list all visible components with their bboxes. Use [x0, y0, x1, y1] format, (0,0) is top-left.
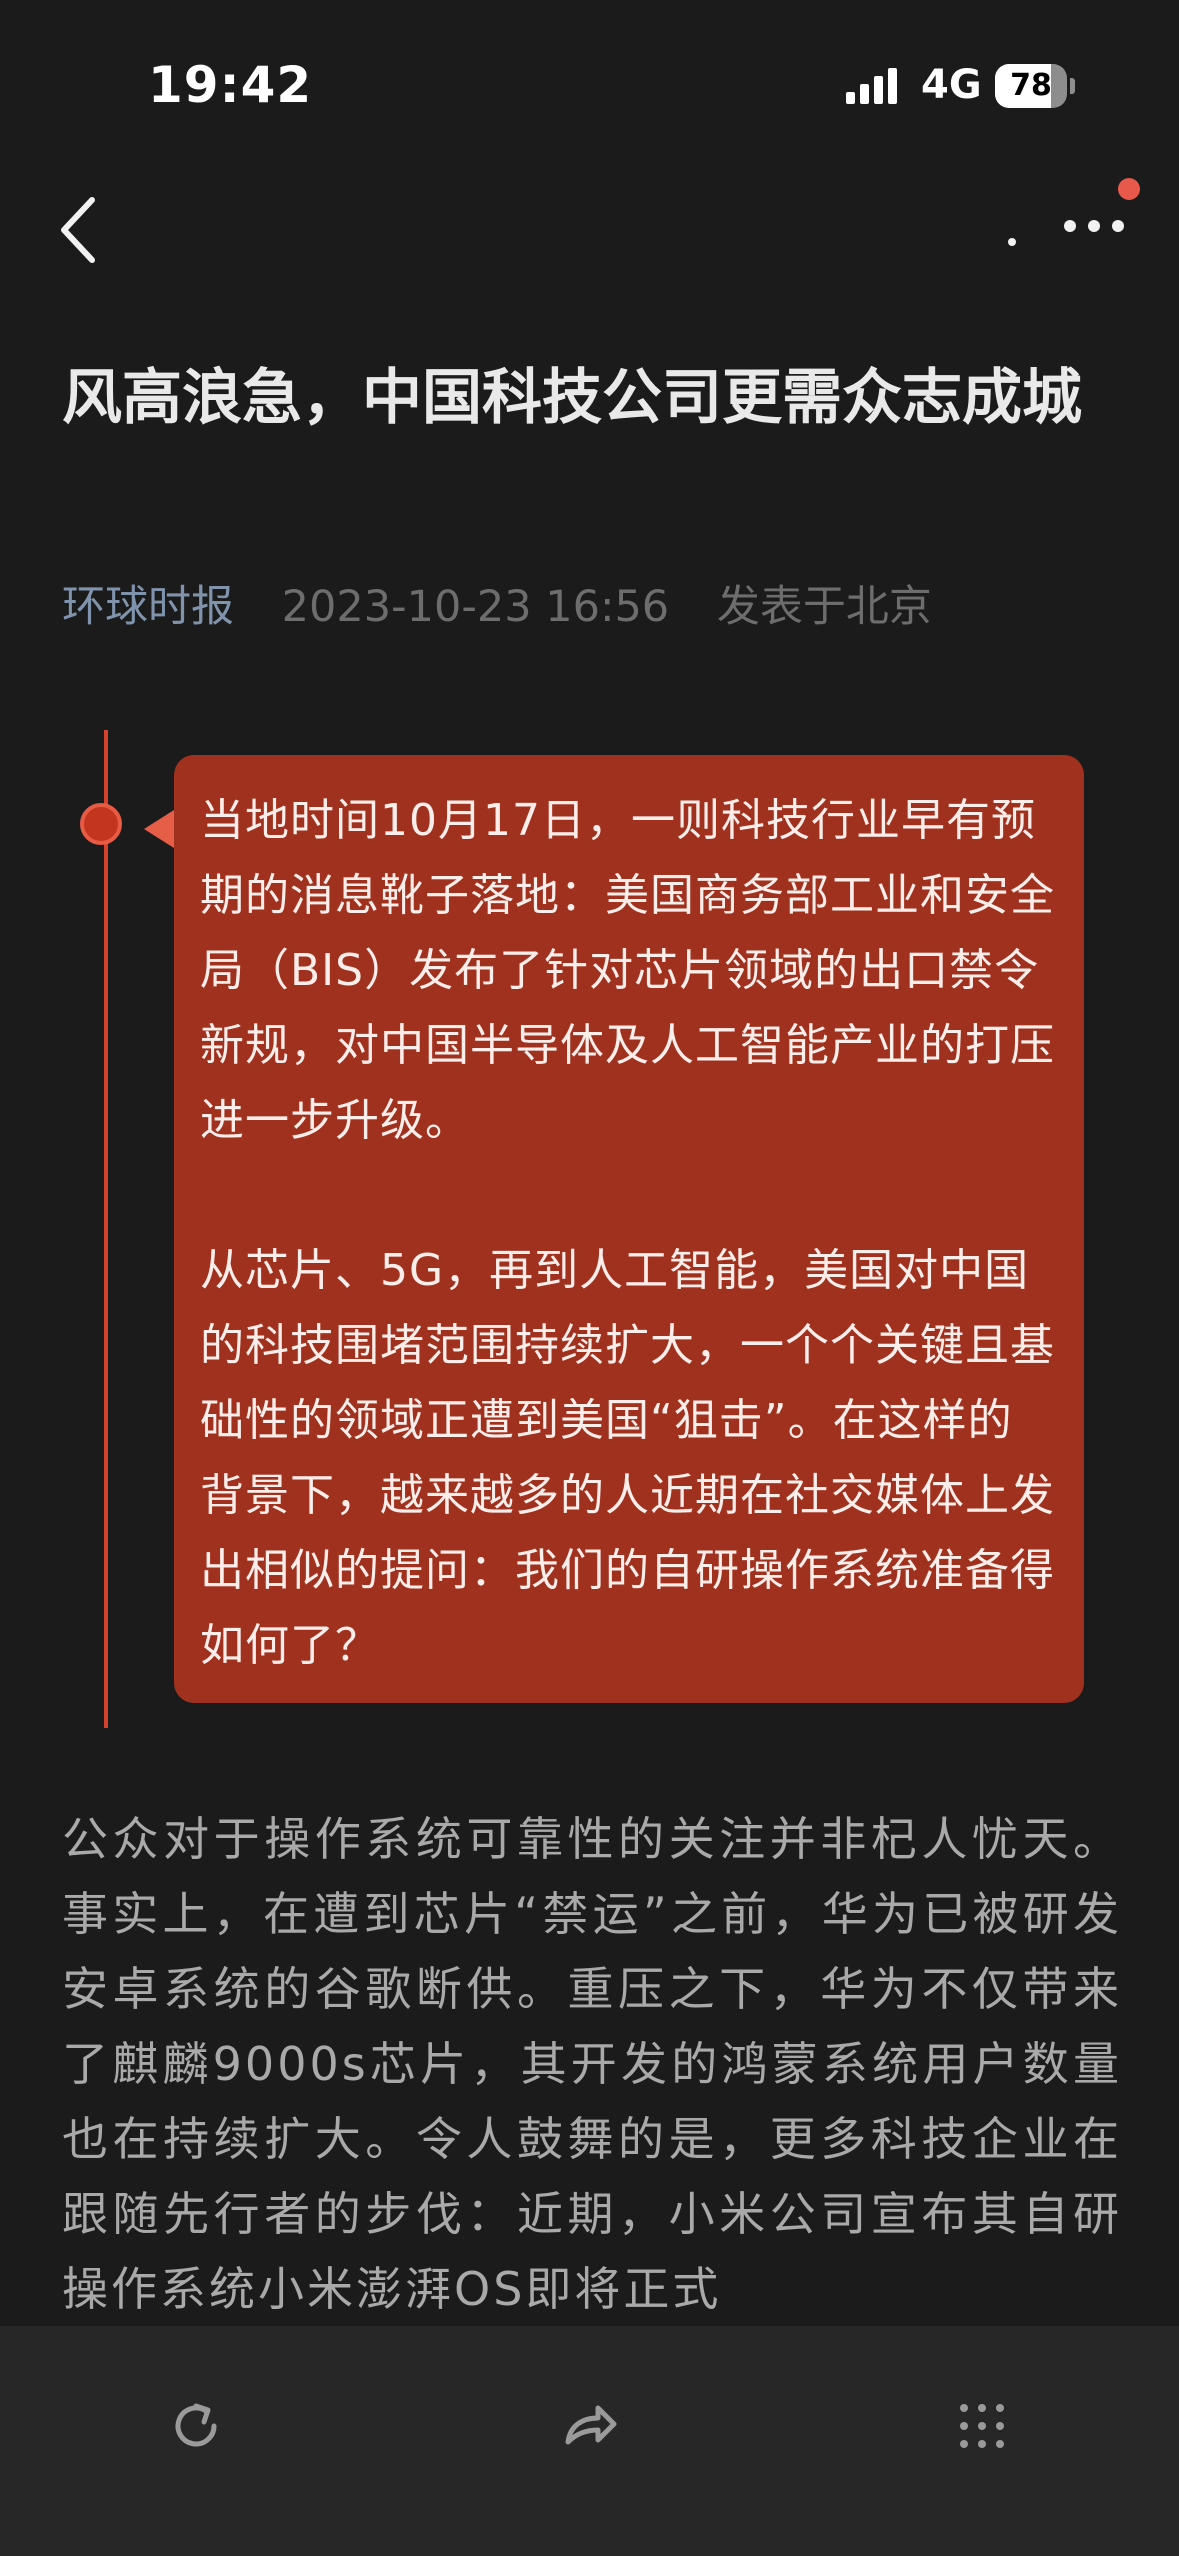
chevron-left-icon: [61, 197, 95, 263]
timeline-dot: [80, 803, 122, 845]
article-date: 2023-10-23 16:56: [281, 582, 670, 632]
highlight-paragraph: 当地时间10月17日，一则科技行业早有预期的消息靴子落地：美国商务部工业和安全局…: [200, 795, 1055, 1146]
bottom-toolbar: [0, 2326, 1179, 2556]
share-button[interactable]: [530, 2366, 650, 2486]
grid-menu-button[interactable]: [922, 2366, 1042, 2486]
share-icon: [565, 2405, 617, 2445]
article-source-link[interactable]: 环球时报: [62, 582, 234, 632]
back-button[interactable]: [52, 190, 112, 270]
refresh-icon: [175, 2403, 217, 2447]
signal-icon: [846, 68, 897, 104]
more-dots-icon: [1008, 220, 1124, 246]
article-title: 风高浪急，中国科技公司更需众志成城: [62, 363, 1082, 433]
article-body-paragraph: 公众对于操作系统可靠性的关注并非杞人忧天。事实上，在遭到芯片“禁运”之前，华为已…: [62, 1812, 1122, 2316]
battery-icon: 78: [995, 64, 1075, 108]
bubble-pointer: [144, 810, 174, 848]
refresh-button[interactable]: [136, 2366, 256, 2486]
grid-menu-icon: [960, 2404, 1004, 2448]
network-type: 4G: [921, 62, 982, 108]
notification-dot: [1118, 178, 1140, 200]
status-time: 19:42: [148, 56, 313, 114]
more-button[interactable]: [1000, 190, 1140, 270]
timeline-line: [104, 730, 108, 1728]
highlight-bubble: 当地时间10月17日，一则科技行业早有预期的消息靴子落地：美国商务部工业和安全局…: [174, 755, 1084, 1703]
highlight-paragraph: 从芯片、5G，再到人工智能，美国对中国的科技围堵范围持续扩大，一个个关键且基础性…: [200, 1245, 1055, 1671]
battery-percentage: 78: [1010, 68, 1052, 103]
article-location: 发表于北京: [716, 582, 932, 632]
status-bar: 19:42 4G 78: [0, 0, 1179, 170]
article-meta: 环球时报 2023-10-23 16:56 发表于北京: [62, 572, 932, 634]
